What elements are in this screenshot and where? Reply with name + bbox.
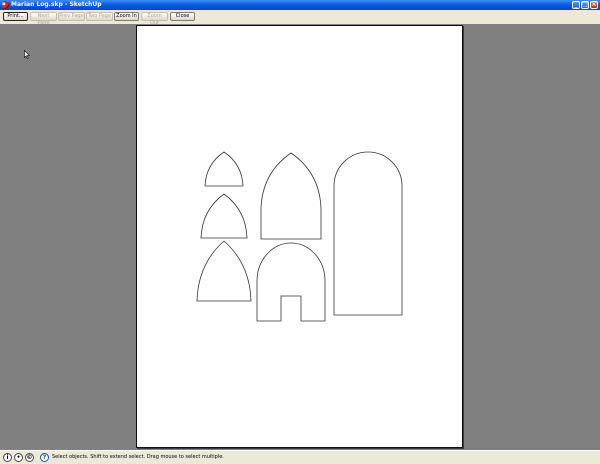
print-preview-toolbar: Print... Next Page Prev Page Two Page Zo… [0, 10, 600, 26]
credits-icon[interactable]: © [25, 453, 34, 462]
arrow-cursor-icon [24, 50, 30, 59]
round-top-panel[interactable] [333, 151, 403, 316]
zoom-out-button[interactable]: Zoom Out [141, 12, 168, 26]
close-window-button[interactable]: × [590, 1, 598, 9]
status-message: Select objects. Shift to extend select. … [52, 454, 224, 460]
arch-piece-medium[interactable] [196, 240, 252, 302]
arch-piece-small-top[interactable] [204, 151, 244, 187]
title-bar: Marian Log.skp - SketchUp _ □ × [0, 0, 600, 10]
print-button[interactable]: Print... [3, 12, 28, 21]
preview-area[interactable] [0, 24, 600, 450]
arch-piece-small-middle[interactable] [200, 193, 248, 239]
help-icon[interactable]: ? [40, 453, 49, 462]
prev-page-button[interactable]: Prev Page [58, 12, 85, 21]
window-title: Marian Log.skp - SketchUp [11, 1, 102, 8]
door-arch-piece[interactable] [256, 242, 326, 322]
status-bar: i • © ? Select objects. Shift to extend … [0, 450, 600, 464]
arch-piece-tall[interactable] [260, 152, 322, 240]
geolocation-icon[interactable]: • [14, 453, 23, 462]
maximize-button[interactable]: □ [581, 1, 589, 9]
zoom-in-button[interactable]: Zoom In [114, 12, 139, 21]
user-info-icon[interactable]: i [3, 453, 12, 462]
two-page-button[interactable]: Two Page [86, 12, 113, 21]
printed-page [136, 25, 463, 448]
page-drawing [196, 151, 403, 322]
sketchup-app-icon[interactable] [1, 1, 9, 9]
minimize-button[interactable]: _ [572, 1, 580, 9]
next-page-button[interactable]: Next Page [30, 12, 57, 26]
close-preview-button[interactable]: Close [170, 12, 195, 21]
